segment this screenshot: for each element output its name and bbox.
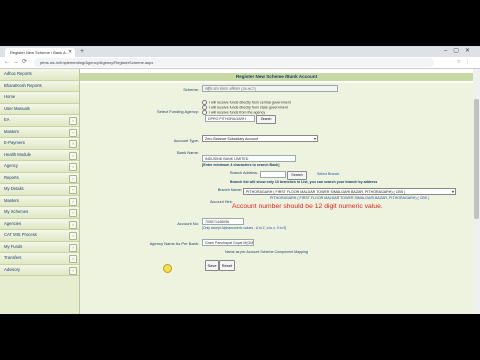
scheme-field[interactable]: राष्ट्रीय ग्राम स्वराज अभियान (28-HCT) (202, 85, 338, 92)
account-no-label: Account No: (177, 221, 199, 226)
scrollbar-thumb[interactable] (474, 99, 479, 219)
sidebar-item[interactable]: My Funds › (0, 241, 79, 253)
sidebar-item-label: Health Module (4, 151, 32, 157)
scheme-label: Scheme: (183, 87, 199, 92)
mouse-cursor-highlight (163, 264, 172, 273)
tab-title: Register New Scheme / Bank A... (10, 50, 70, 55)
sidebar-item-label: Agencies (4, 220, 22, 226)
sidebar-item-label: Reports (4, 174, 19, 180)
agency-name-hint: Name as per Account Scheme Component Map… (225, 250, 308, 254)
sidebar-item[interactable]: My Schemes › (0, 207, 79, 219)
chevron-down-icon: ▾ (451, 189, 454, 194)
sidebar-item[interactable]: User Manuals (0, 103, 79, 115)
sidebar-item[interactable]: Advisory › (0, 264, 79, 276)
chevron-right-icon[interactable]: › (69, 117, 77, 125)
branch-address-label: Branch Address: (230, 171, 258, 175)
branch-address-input[interactable] (260, 171, 286, 178)
window-controls[interactable]: –▢✕ (444, 46, 476, 57)
sidebar-item-label: Agency (4, 163, 18, 168)
sidebar-item-label: My Funds (4, 243, 23, 249)
browser-menu-icon[interactable]: ☆⋮ (457, 57, 474, 68)
sidebar-item-label: E-Payment (4, 140, 25, 145)
chevron-right-icon[interactable]: › (69, 255, 77, 263)
address-bar: ←→⟳ pfms.nic.in/Implementing/Agency/Agen… (0, 57, 480, 69)
chevron-right-icon[interactable]: › (69, 186, 77, 194)
branch-detail-text: PITHORAGARH ( FIRST FLOOR MALDAR TOWER S… (270, 196, 430, 200)
bank-name-input[interactable]: INDUSIND BANK LIMITED (202, 155, 296, 162)
sidebar-item-label: Masters (4, 197, 19, 203)
chevron-right-icon[interactable]: › (69, 220, 77, 229)
chevron-right-icon[interactable]: › (69, 197, 77, 206)
sidebar-item[interactable]: E-Payment › (0, 138, 79, 150)
browser-tab-bar: Register New Scheme / Bank A... ✕ + –▢✕ (0, 46, 480, 57)
sidebar: Adhoc Reports BharatKosh Reports Home User … (0, 69, 80, 314)
chevron-down-icon: ▾ (313, 136, 316, 141)
sidebar-item-label: CAT MIS Process (4, 232, 37, 237)
sidebar-item-label: User Manuals (4, 105, 30, 111)
sidebar-item-label: BharatKosh Reports (4, 82, 42, 88)
chevron-right-icon[interactable]: › (69, 243, 77, 252)
sidebar-item-label: EA (4, 117, 10, 122)
sidebar-item-label: Advisory (4, 266, 21, 272)
screen: Register New Scheme / Bank A... ✕ + –▢✕ … (0, 46, 480, 314)
close-icon[interactable]: ✕ (68, 48, 72, 57)
sidebar-item[interactable]: Health Module › (0, 149, 79, 161)
sidebar-item[interactable]: EA › (0, 115, 79, 127)
register-form: Scheme: राष्ट्रीय ग्राम स्वराज अभियान (2… (80, 83, 473, 314)
sidebar-item-label: Adhoc Reports (4, 71, 32, 76)
sidebar-item-label: Transfers (4, 255, 22, 260)
funding-search-button[interactable]: Search (256, 115, 276, 124)
save-button[interactable]: Save (205, 260, 219, 271)
funding-agency-label: Select Funding Agency: (156, 109, 199, 114)
chevron-right-icon[interactable]: › (69, 151, 77, 160)
nav-arrows-icon[interactable]: ←→⟳ (4, 57, 30, 68)
main-content: Register New Scheme /Bank Account Scheme… (80, 69, 473, 314)
sidebar-item[interactable]: Reports › (0, 172, 79, 184)
sidebar-item[interactable]: Agencies › (0, 218, 79, 230)
branch-note: Branch list will show only 10 branches i… (230, 180, 378, 184)
account-type-select[interactable]: Zero Balance Subsidiary Account ▾ (202, 135, 318, 142)
page-title: Register New Scheme /Bank Account (80, 73, 473, 81)
sidebar-item[interactable]: CAT MIS Process › (0, 230, 79, 242)
sidebar-item[interactable]: Home (0, 92, 79, 104)
chevron-right-icon[interactable]: › (69, 232, 77, 240)
new-tab-icon[interactable]: + (80, 47, 84, 57)
account-no-input[interactable]: 709571448096 (202, 218, 244, 225)
chevron-right-icon[interactable]: › (69, 209, 77, 217)
chevron-right-icon[interactable]: › (69, 163, 77, 171)
sidebar-item[interactable]: BharatKosh Reports (0, 80, 79, 92)
agency-name-label: Agency Name As Per Bank: (149, 241, 199, 246)
url-input[interactable]: pfms.nic.in/Implementing/Agency/Agency/R… (34, 58, 434, 67)
branch-name-select[interactable]: PITHORAGARH ( FIRST FLOOR MALDAR TOWER S… (243, 188, 456, 195)
error-message: Account number should be 12 digit numeri… (232, 203, 383, 210)
scrollbar[interactable] (473, 69, 480, 314)
sidebar-item[interactable]: Agency › (0, 161, 79, 173)
sidebar-item-label: My Schemes (4, 209, 29, 214)
bank-hint: [Enter minimum 4 characters to search Ba… (202, 163, 280, 167)
chevron-right-icon[interactable]: › (69, 174, 77, 183)
sidebar-item-label: Masters (4, 128, 19, 134)
sidebar-item[interactable]: Masters › (0, 126, 79, 138)
sidebar-item-label: My Details (4, 186, 24, 191)
funding-agency-input[interactable]: DPRO PITHORAGARH (205, 115, 255, 122)
account-type-label: Account Type: (173, 138, 199, 143)
account-no-hint: [Only accept Alphanumeric values - A to … (202, 226, 287, 230)
reset-button[interactable]: Reset (219, 260, 235, 271)
sidebar-item[interactable]: My Details › (0, 184, 79, 196)
bank-name-label: Bank Name: (176, 150, 199, 155)
select-branch-link[interactable]: Select Branch (317, 172, 339, 176)
chevron-right-icon[interactable]: › (69, 266, 77, 275)
sidebar-item-label: Home (4, 94, 16, 99)
browser-tab[interactable]: Register New Scheme / Bank A... (5, 48, 75, 57)
agency-name-input[interactable]: Gram Panchayat Goyal M(GM) (202, 239, 254, 246)
branch-search-button[interactable]: Search (287, 171, 307, 180)
branch-name-label: Branch Name: (217, 188, 242, 192)
chevron-right-icon[interactable]: › (69, 128, 77, 137)
sidebar-item[interactable]: Adhoc Reports (0, 69, 79, 81)
sidebar-item[interactable]: Masters › (0, 195, 79, 207)
chevron-right-icon[interactable]: › (69, 140, 77, 148)
sidebar-item[interactable]: Transfers › (0, 253, 79, 265)
